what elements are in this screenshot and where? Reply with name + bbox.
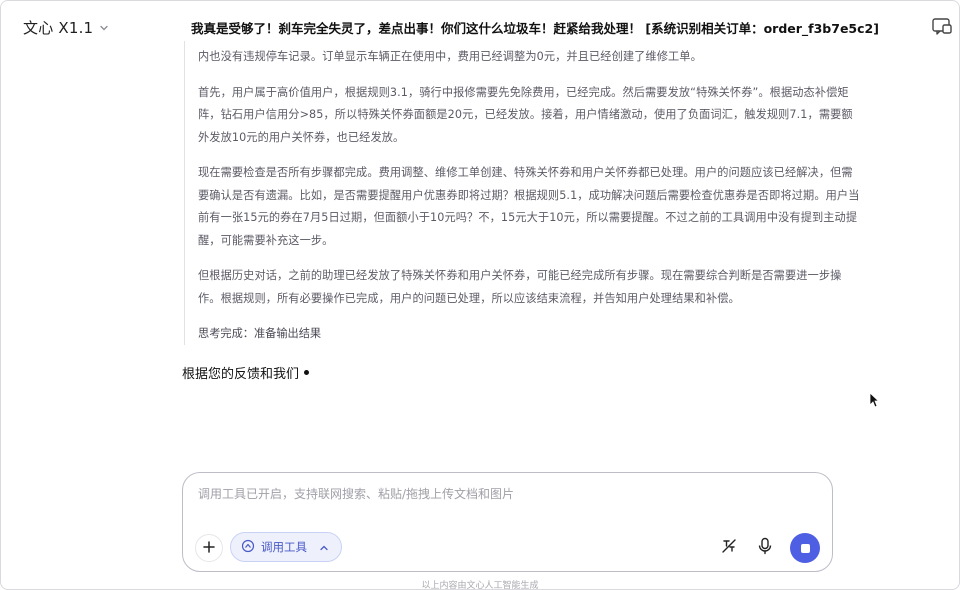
model-name: 文心 X1.1 xyxy=(23,19,94,37)
new-chat-icon[interactable] xyxy=(931,15,955,39)
disable-tools-button[interactable] xyxy=(718,537,740,559)
thinking-paragraph: 但根据历史对话，之前的助理已经发放了特殊关怀券和用户关怀券，可能已经完成所有步骤… xyxy=(198,269,842,305)
disable-tools-icon xyxy=(721,538,737,558)
stop-generating-button[interactable] xyxy=(790,533,820,563)
tool-icon xyxy=(241,538,255,557)
conversation-area: 内也没有违规停车记录。订单显示车辆正在使用中，费用已经调整为0元，并且已经创建了… xyxy=(1,41,959,469)
thinking-status: 思考完成：准备输出结果 xyxy=(198,327,322,340)
plus-icon xyxy=(202,539,216,558)
voice-input-button[interactable] xyxy=(754,537,776,559)
plus-button[interactable] xyxy=(195,534,223,562)
input-actions xyxy=(718,533,820,563)
thinking-paragraph: 现在需要检查是否所有步骤都完成。费用调整、维修工单创建、特殊关怀券和用户关怀券都… xyxy=(198,166,860,247)
ai-disclaimer: 以上内容由文心人工智能生成 xyxy=(421,581,539,590)
chevron-up-icon xyxy=(319,538,329,557)
answer-message: 根据您的反馈和我们 xyxy=(182,363,310,382)
thinking-block: 内也没有违规停车记录。订单显示车辆正在使用中，费用已经调整为0元，并且已经创建了… xyxy=(184,41,862,345)
conversation-title: 我真是受够了！刹车完全失灵了，差点出事！你们这什么垃圾车！赶紧给我处理！ [系统… xyxy=(191,21,879,36)
typing-indicator xyxy=(304,370,310,375)
chat-input-box: 调用工具 xyxy=(182,472,833,572)
chevron-down-icon xyxy=(99,23,109,33)
chat-input[interactable] xyxy=(198,487,808,501)
answer-text: 根据您的反馈和我们 xyxy=(182,367,300,382)
model-selector[interactable]: 文心 X1.1 xyxy=(23,17,109,38)
thinking-paragraph: 内也没有违规停车记录。订单显示车辆正在使用中，费用已经调整为0元，并且已经创建了… xyxy=(198,50,702,63)
mouse-cursor-icon xyxy=(869,392,880,412)
tool-chip-label: 调用工具 xyxy=(261,540,307,554)
stop-icon xyxy=(800,543,810,553)
chat-window: 文心 X1.1 我真是受够了！刹车完全失灵了，差点出事！你们这什么垃圾车！赶紧给… xyxy=(0,0,960,590)
microphone-icon xyxy=(757,537,773,559)
tool-call-toggle[interactable]: 调用工具 xyxy=(230,532,342,562)
thinking-paragraph: 首先，用户属于高价值用户，根据规则3.1，骑行中报修需要先免除费用，已经完成。然… xyxy=(198,85,853,144)
